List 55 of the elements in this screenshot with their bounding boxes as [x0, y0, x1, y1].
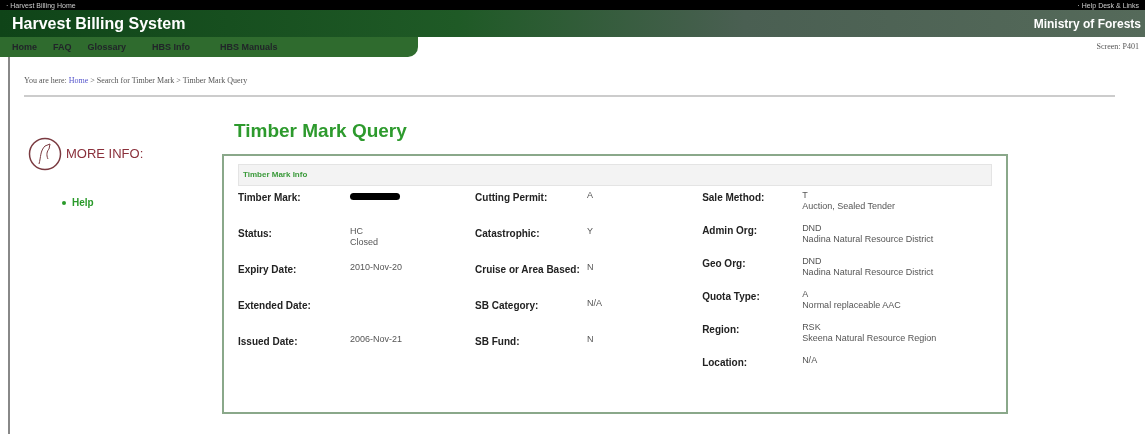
- field-label: Status:: [238, 226, 273, 241]
- field-label: Geo Org:: [702, 256, 747, 271]
- screen-id: Screen: P401: [1095, 41, 1140, 53]
- field-label: Expiry Date:: [238, 262, 298, 277]
- field-label: SB Category:: [475, 298, 540, 313]
- field-value: N/A: [587, 297, 603, 309]
- bullet-icon: [62, 200, 66, 205]
- field-value: Normal replaceable AAC: [802, 299, 901, 311]
- breadcrumb-label: You are here:: [24, 76, 68, 85]
- field-value: N: [587, 261, 594, 273]
- help-link[interactable]: Help: [72, 195, 94, 210]
- field-value: Y: [587, 225, 594, 237]
- field-value: Nadina Natural Resource District: [802, 233, 934, 245]
- field-value: N: [587, 333, 594, 345]
- breadcrumb-separator: >: [90, 76, 95, 85]
- panel-header: Timber Mark Info: [238, 163, 992, 186]
- field-label: Timber Mark:: [238, 190, 302, 205]
- field-label: Admin Org:: [702, 223, 759, 238]
- nav-link[interactable]: FAQ: [45, 37, 80, 57]
- field-label: SB Fund:: [475, 334, 521, 349]
- field-value: N/A: [802, 354, 818, 366]
- field-label: Cruise or Area Based:: [475, 262, 581, 277]
- breadcrumb-link[interactable]: Home: [68, 76, 89, 85]
- ministry-name: Ministry of Forests: [1033, 15, 1141, 33]
- page-title: Timber Mark Query: [234, 119, 408, 143]
- nav-link[interactable]: Home: [4, 37, 45, 57]
- field-label: Location:: [702, 355, 749, 370]
- field-value: DND: [802, 222, 823, 234]
- field-value: Closed: [350, 236, 378, 248]
- field-label: Cutting Permit:: [475, 190, 549, 205]
- field-label: Issued Date:: [238, 334, 299, 349]
- field-label: Sale Method:: [702, 190, 766, 205]
- field-value: HC: [350, 225, 364, 237]
- field-label: Quota Type:: [702, 289, 761, 304]
- site-title: Harvest Billing System: [12, 13, 186, 34]
- field-value: Nadina Natural Resource District: [802, 266, 934, 278]
- field-label: Extended Date:: [238, 298, 312, 313]
- nav-link[interactable]: Glossary: [79, 37, 135, 57]
- field-value: RSK: [802, 321, 822, 333]
- field-label: Catastrophic:: [475, 226, 541, 241]
- breadcrumb-separator: >: [176, 76, 181, 85]
- breadcrumb-item: Timber Mark Query: [182, 76, 248, 85]
- field-value: T: [802, 189, 809, 201]
- nav-link[interactable]: HBS Info: [144, 37, 199, 57]
- field-value: 2010-Nov-20: [350, 261, 403, 273]
- nav-link[interactable]: HBS Manuals: [212, 37, 286, 57]
- field-value: A: [587, 189, 594, 201]
- breadcrumb-item: Search for Timber Mark: [96, 76, 175, 85]
- field-label: Region:: [702, 322, 741, 337]
- field-value: DND: [802, 255, 823, 267]
- field-value: Auction, Sealed Tender: [802, 200, 896, 212]
- field-value: A: [802, 288, 810, 300]
- field-value: Skeena Natural Resource Region: [802, 332, 937, 344]
- sidebar-heading: MORE INFO:: [66, 145, 144, 164]
- field-value: 2006-Nov-21: [350, 333, 403, 345]
